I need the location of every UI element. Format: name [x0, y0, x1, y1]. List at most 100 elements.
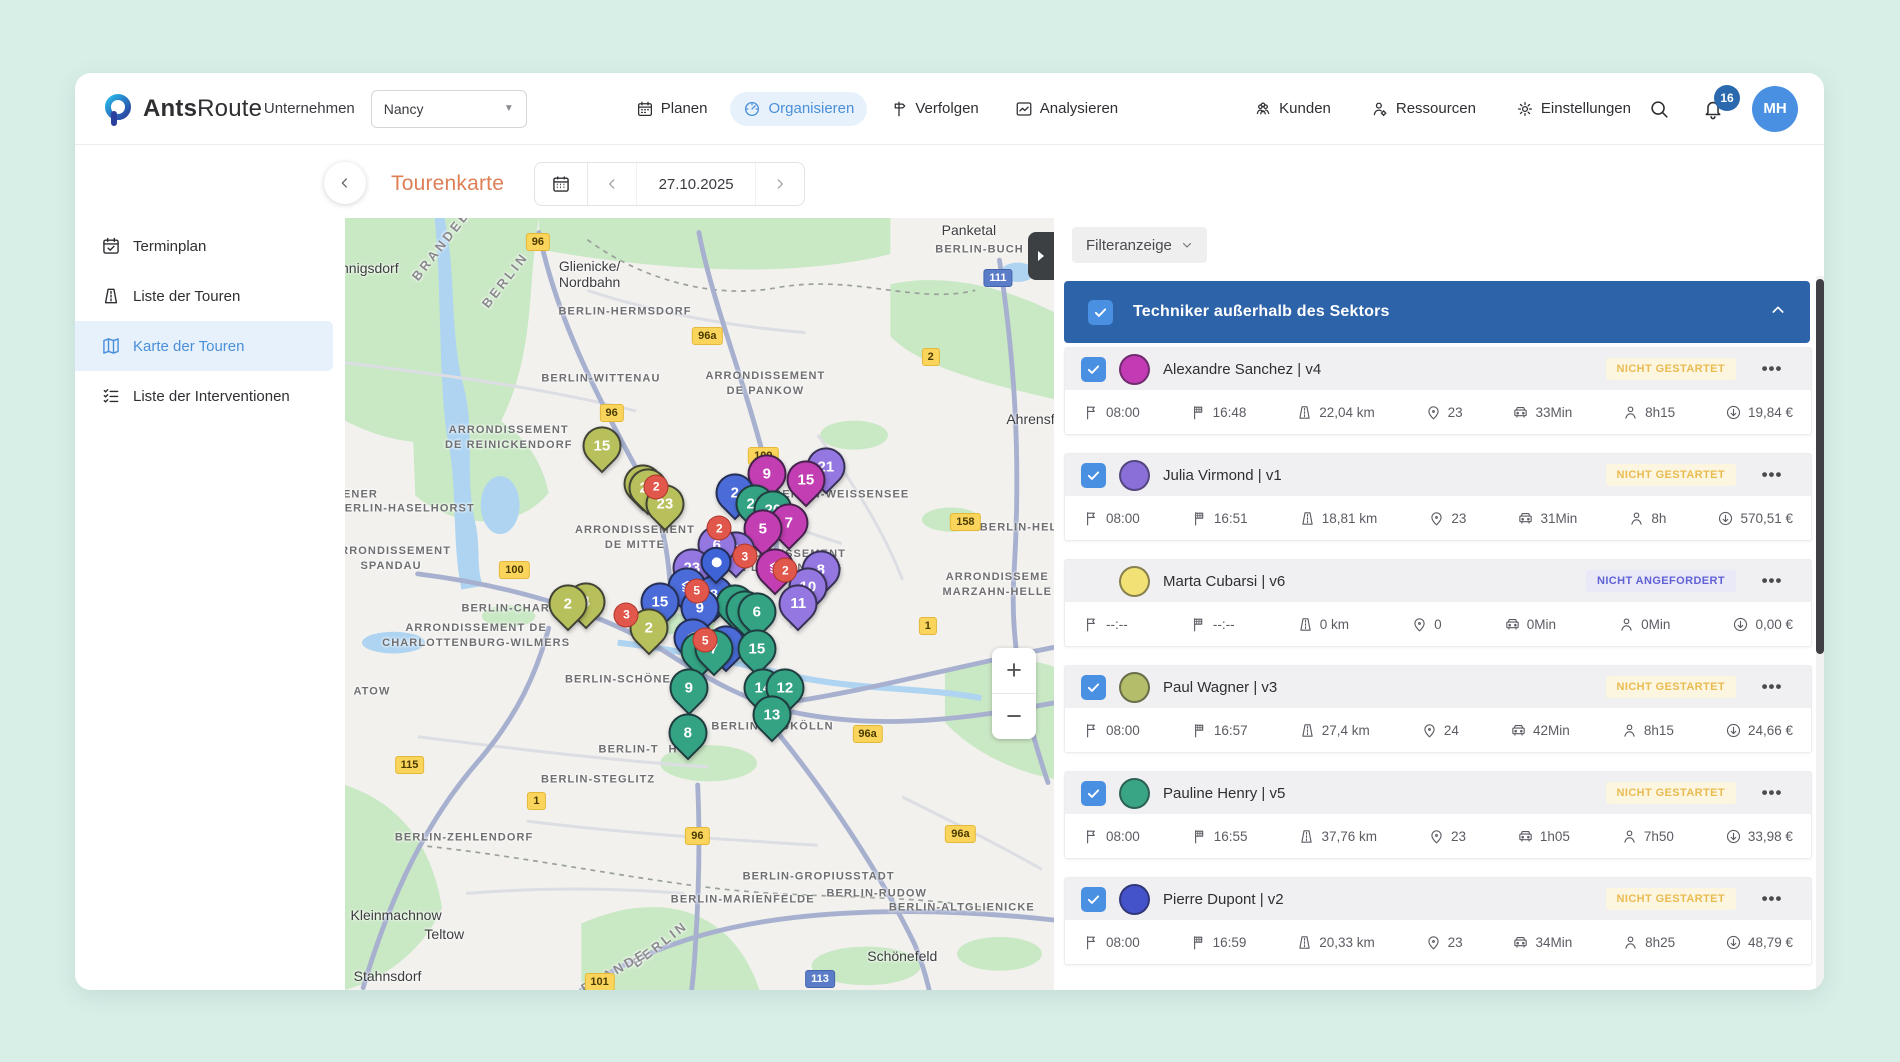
- pin-count: 13: [763, 706, 780, 723]
- stat-van: 34Min: [1512, 934, 1572, 951]
- cost-icon: [1732, 616, 1749, 633]
- sidebar-item-label: Liste der Touren: [133, 288, 240, 305]
- nav-item-kunden[interactable]: Kunden: [1241, 92, 1344, 126]
- technician-header: Marta Cubarsi | v6NICHT ANGEFORDERT•••: [1065, 560, 1811, 602]
- nav-item-organisieren[interactable]: Organisieren: [730, 92, 867, 126]
- technician-checkbox[interactable]: [1081, 357, 1106, 382]
- sidebar-item-terminplan[interactable]: Terminplan: [75, 221, 345, 271]
- row-menu-button[interactable]: •••: [1749, 677, 1795, 697]
- row-menu-button[interactable]: •••: [1749, 783, 1795, 803]
- map-pin-purple[interactable]: 11: [779, 584, 818, 623]
- stat-pin: 23: [1425, 404, 1463, 421]
- top-navbar: AntsRoute Unternehmen Nancy ▼ PlanenOrga…: [75, 73, 1824, 145]
- technician-checkbox[interactable]: [1081, 887, 1106, 912]
- map-pin-teal[interactable]: 13: [752, 695, 791, 734]
- page-title: Tourenkarte: [391, 172, 504, 196]
- alert-count-badge[interactable]: 5: [684, 578, 709, 603]
- technician-stats: 08:0016:5920,33 km2334Min8h2548,79 €: [1065, 920, 1811, 964]
- sidebar-item-liste-der-touren[interactable]: Liste der Touren: [75, 271, 345, 321]
- row-menu-button[interactable]: •••: [1749, 465, 1795, 485]
- technician-name: Julia Virmond | v1: [1163, 467, 1593, 484]
- signpost-icon: [890, 100, 908, 118]
- van-icon: [1512, 934, 1529, 951]
- nav-item-analysieren[interactable]: Analysieren: [1002, 92, 1131, 126]
- map-pin-teal[interactable]: 9: [669, 668, 708, 707]
- alert-count-badge[interactable]: 2: [707, 516, 732, 541]
- company-select[interactable]: Nancy ▼: [371, 90, 527, 128]
- prev-day-button[interactable]: [588, 163, 636, 205]
- stat-pin: 23: [1428, 510, 1466, 527]
- map-pin-olive[interactable]: 2: [549, 584, 588, 623]
- user-avatar[interactable]: MH: [1752, 86, 1798, 132]
- check-icon: [1093, 305, 1108, 320]
- stat-value: --:--: [1213, 617, 1235, 632]
- chevron-down-icon: [1181, 239, 1193, 251]
- person-icon: [1628, 510, 1645, 527]
- pin-icon: [1411, 616, 1428, 633]
- technician-name: Pauline Henry | v5: [1163, 785, 1593, 802]
- collapse-panel-button[interactable]: [324, 162, 366, 204]
- pin-count: 8: [684, 724, 692, 741]
- section-checkbox[interactable]: [1088, 300, 1113, 325]
- tour-map[interactable]: PanketalBERLIN-BUCHnnigsdorfGlienicke/ N…: [345, 218, 1054, 990]
- calendar-button[interactable]: [535, 163, 588, 205]
- sector-section-header[interactable]: Techniker außerhalb des Sektors: [1064, 281, 1810, 343]
- map-pin-magenta[interactable]: 15: [786, 460, 825, 499]
- next-day-button[interactable]: [756, 163, 804, 205]
- current-date[interactable]: 27.10.2025: [636, 163, 756, 205]
- pin-count: 9: [685, 679, 693, 696]
- nav-item-ressourcen[interactable]: Ressourcen: [1358, 92, 1489, 126]
- zoom-in-button[interactable]: +: [992, 648, 1036, 694]
- cost-icon: [1725, 404, 1742, 421]
- technician-stats: 08:0016:5537,76 km231h057h5033,98 €: [1065, 814, 1811, 858]
- alert-count-badge[interactable]: 3: [614, 602, 639, 627]
- panel-scrollbar[interactable]: [1816, 276, 1824, 990]
- map-pin-olive[interactable]: 15: [582, 426, 621, 465]
- person-icon: [1622, 934, 1639, 951]
- alert-count-badge[interactable]: 3: [732, 544, 757, 569]
- sidebar-item-label: Karte der Touren: [133, 338, 244, 355]
- alert-count-badge[interactable]: 2: [644, 474, 669, 499]
- stat-pin: 24: [1421, 722, 1459, 739]
- filter-label: Filteranzeige: [1086, 237, 1172, 254]
- alert-count-badge[interactable]: 2: [773, 558, 798, 583]
- stat-value: 16:57: [1214, 723, 1248, 738]
- map-pin-teal[interactable]: 8: [669, 713, 708, 752]
- stat-value: 08:00: [1106, 829, 1140, 844]
- stat-person: 8h15: [1622, 404, 1675, 421]
- technician-checkbox[interactable]: [1081, 463, 1106, 488]
- sidebar-item-karte-der-touren[interactable]: Karte der Touren: [75, 321, 333, 371]
- map-pin-teal[interactable]: 15: [737, 629, 776, 668]
- calendar-check-icon: [101, 236, 121, 256]
- pin-icon: [1428, 510, 1445, 527]
- search-button[interactable]: [1644, 94, 1674, 124]
- depot-marker[interactable]: [700, 547, 731, 578]
- nav-item-verfolgen[interactable]: Verfolgen: [877, 92, 991, 126]
- notifications-button[interactable]: 16: [1698, 94, 1728, 124]
- zoom-out-button[interactable]: −: [992, 694, 1036, 739]
- sidebar-item-liste-der-interventionen[interactable]: Liste der Interventionen: [75, 371, 345, 421]
- technician-card: Pierre Dupont | v2NICHT GESTARTET•••08:0…: [1064, 877, 1812, 965]
- row-menu-button[interactable]: •••: [1749, 571, 1795, 591]
- pin-count: 15: [593, 437, 610, 454]
- nav-item-label: Verfolgen: [915, 100, 978, 117]
- alert-count-badge[interactable]: 5: [693, 628, 718, 653]
- filter-display-button[interactable]: Filteranzeige: [1072, 227, 1207, 263]
- expand-map-button[interactable]: [1028, 232, 1054, 280]
- stat-value: 33Min: [1535, 405, 1572, 420]
- nav-item-planen[interactable]: Planen: [623, 92, 721, 126]
- nav-item-einstellungen[interactable]: Einstellungen: [1503, 92, 1644, 126]
- road-icon: [1299, 510, 1316, 527]
- chevron-up-icon[interactable]: [1770, 302, 1786, 323]
- row-menu-button[interactable]: •••: [1749, 889, 1795, 909]
- scrollbar-thumb[interactable]: [1816, 279, 1824, 654]
- stat-value: 23: [1448, 405, 1463, 420]
- main-nav: Planen Organisieren Verfolgen Analysieren: [623, 92, 1131, 126]
- row-menu-button[interactable]: •••: [1749, 359, 1795, 379]
- stat-value: 08:00: [1106, 405, 1140, 420]
- cost-icon: [1725, 934, 1742, 951]
- technician-checkbox[interactable]: [1081, 675, 1106, 700]
- technician-name: Alexandre Sanchez | v4: [1163, 361, 1593, 378]
- technician-checkbox[interactable]: [1081, 781, 1106, 806]
- brand-logo[interactable]: AntsRoute: [101, 92, 264, 126]
